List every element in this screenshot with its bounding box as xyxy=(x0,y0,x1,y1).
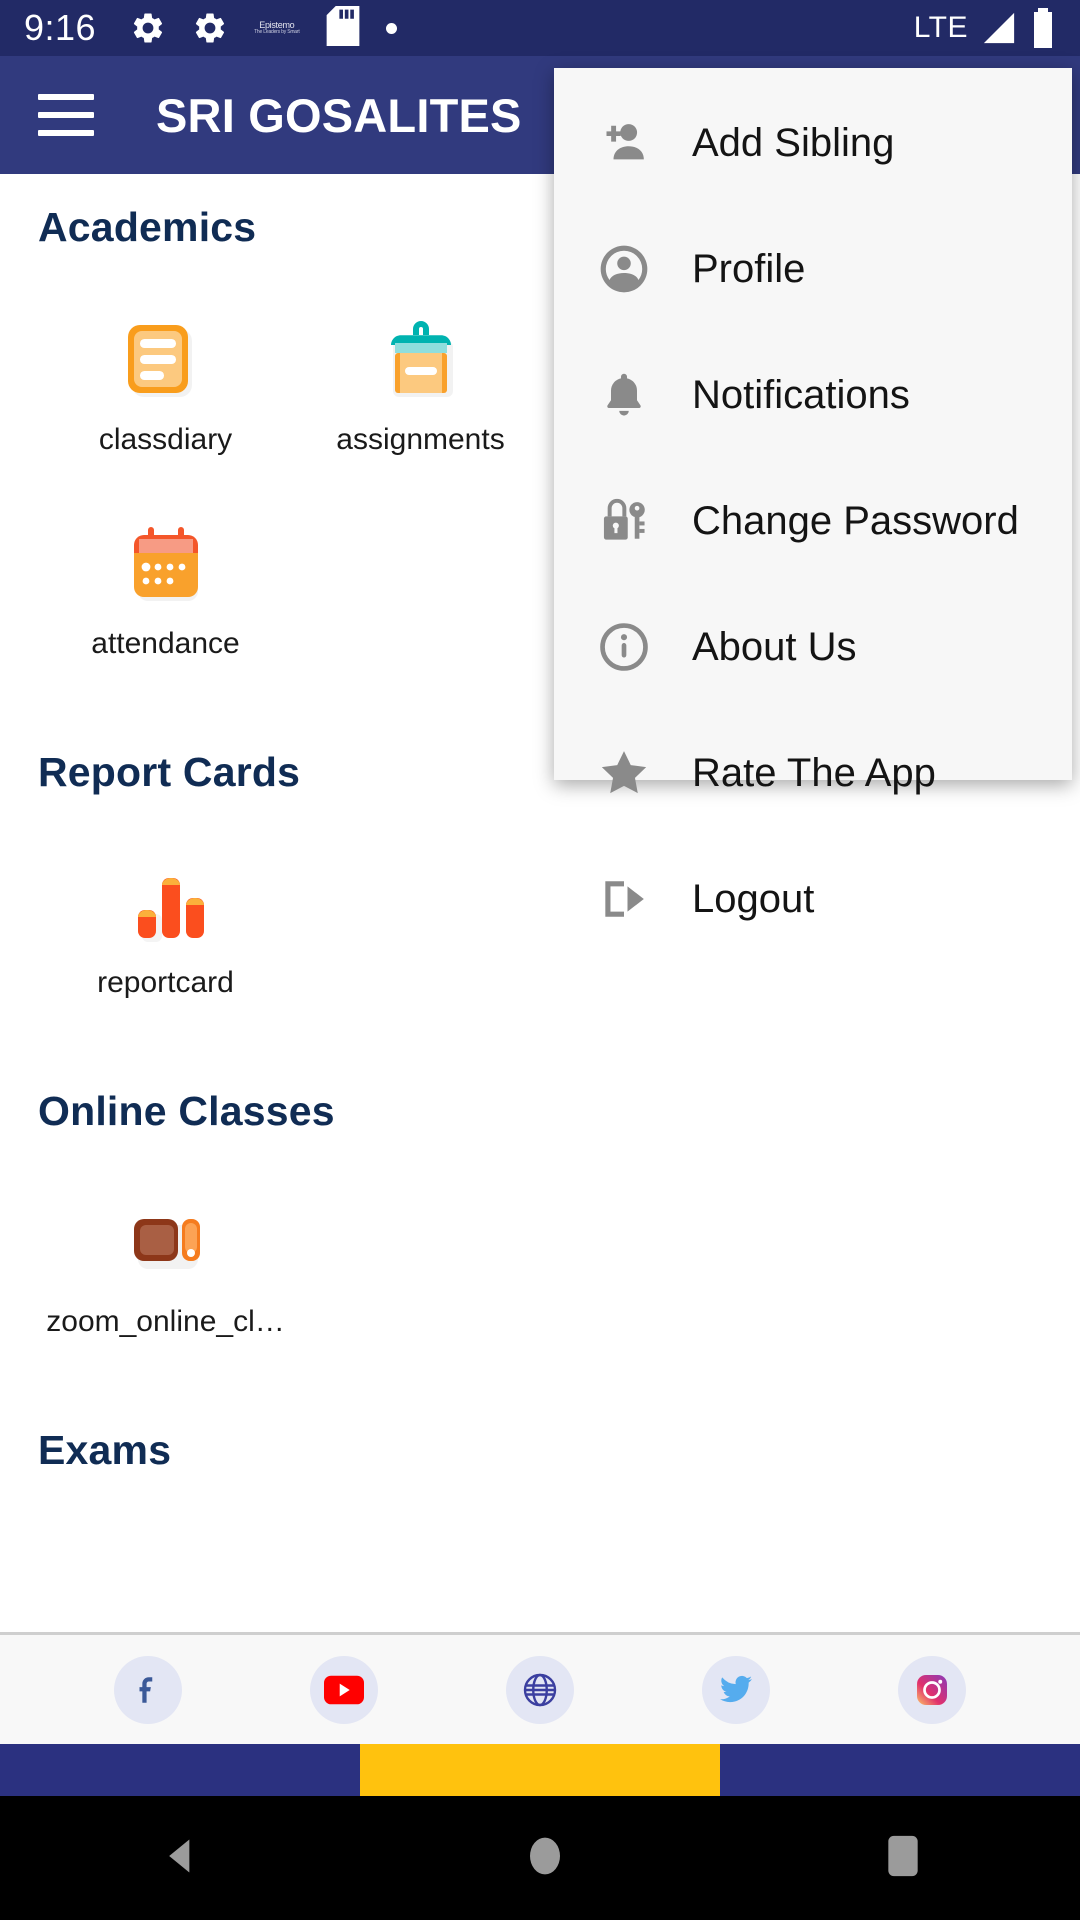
section-exams: Exams xyxy=(0,1427,1080,1474)
bell-icon xyxy=(592,369,656,421)
page-title: SRI GOSALITES xyxy=(156,88,522,142)
menu-item-about-us[interactable]: About Us xyxy=(554,584,1072,710)
tile-label: classdiary xyxy=(98,423,233,456)
info-circle-icon xyxy=(592,619,656,675)
section-title-exams: Exams xyxy=(38,1427,172,1473)
lock-key-icon xyxy=(592,493,656,549)
menu-item-profile[interactable]: Profile xyxy=(554,206,1072,332)
gear-icon xyxy=(130,10,166,46)
strip-segment-left xyxy=(0,1744,360,1796)
battery-icon xyxy=(1030,8,1056,48)
twitter-icon[interactable] xyxy=(702,1655,770,1724)
android-navigation-bar xyxy=(0,1796,1080,1920)
section-title-online-classes: Online Classes xyxy=(38,1088,335,1134)
menu-item-logout[interactable]: Logout xyxy=(554,836,1072,962)
recents-button[interactable] xyxy=(886,1834,920,1883)
status-bar: 9:16 Epistemo The Leaders by Smart LTE xyxy=(0,0,1080,56)
home-button[interactable] xyxy=(525,1834,565,1883)
calendar-icon xyxy=(118,513,214,609)
account-circle-icon xyxy=(592,241,656,297)
phone-screen: 9:16 Epistemo The Leaders by Smart LTE S… xyxy=(0,0,1080,1920)
status-bar-notification-icons: Epistemo The Leaders by Smart xyxy=(130,5,397,51)
strip-segment-right xyxy=(720,1744,1080,1796)
tile-attendance[interactable]: attendance xyxy=(38,513,293,661)
instagram-icon[interactable] xyxy=(898,1655,966,1724)
back-button[interactable] xyxy=(160,1834,204,1883)
social-links-bar xyxy=(0,1632,1080,1744)
menu-item-change-password[interactable]: Change Password xyxy=(554,458,1072,584)
section-online-classes: Online Classes zoom_online_cl… xyxy=(0,1088,1080,1339)
logout-icon xyxy=(592,871,656,927)
star-icon xyxy=(592,745,656,801)
network-type-label: LTE xyxy=(913,11,968,44)
menu-item-label: Add Sibling xyxy=(692,120,895,165)
website-globe-icon[interactable] xyxy=(506,1655,574,1724)
bar-chart-icon xyxy=(118,852,214,948)
zoom-video-icon xyxy=(118,1191,214,1287)
menu-item-label: Profile xyxy=(692,246,806,291)
menu-item-label: Rate The App xyxy=(692,750,936,795)
tile-label: assignments xyxy=(336,423,505,456)
tile-classdiary[interactable]: classdiary xyxy=(38,309,293,457)
menu-item-label: Notifications xyxy=(692,372,910,417)
tile-label: reportcard xyxy=(97,966,234,999)
tile-zoom-online-classes[interactable]: zoom_online_cl… xyxy=(38,1191,293,1339)
menu-item-label: About Us xyxy=(692,624,857,669)
menu-item-label: Logout xyxy=(692,876,815,921)
menu-item-add-sibling[interactable]: Add Sibling xyxy=(554,80,1072,206)
dot-icon xyxy=(385,22,397,34)
sd-card-icon xyxy=(326,5,360,51)
clipboard-icon xyxy=(373,309,469,405)
tile-assignments[interactable]: assignments xyxy=(293,309,548,457)
gear-icon xyxy=(192,10,228,46)
menu-item-label: Change Password xyxy=(692,498,1019,543)
epistemo-logo-icon: Epistemo The Leaders by Smart xyxy=(254,21,300,35)
overflow-menu: Add Sibling Profile Notifications Change… xyxy=(554,68,1072,921)
notes-document-icon xyxy=(118,309,214,405)
hamburger-icon[interactable] xyxy=(38,94,94,136)
facebook-icon[interactable] xyxy=(114,1655,182,1724)
status-bar-clock: 9:16 xyxy=(24,7,97,48)
tile-label: attendance xyxy=(91,627,240,660)
add-person-icon xyxy=(592,115,656,171)
status-bar-system-icons: LTE xyxy=(914,8,1056,48)
brand-color-strip xyxy=(0,1744,1080,1796)
menu-item-notifications[interactable]: Notifications xyxy=(554,332,1072,458)
tile-label: zoom_online_cl… xyxy=(46,1305,285,1338)
signal-icon xyxy=(980,11,1018,45)
tile-reportcard[interactable]: reportcard xyxy=(38,852,293,1000)
youtube-icon[interactable] xyxy=(310,1655,378,1724)
menu-item-rate-the-app[interactable]: Rate The App xyxy=(554,710,1072,836)
strip-segment-center xyxy=(360,1744,720,1796)
epistemo-logo-line2: The Leaders by Smart xyxy=(254,29,300,35)
